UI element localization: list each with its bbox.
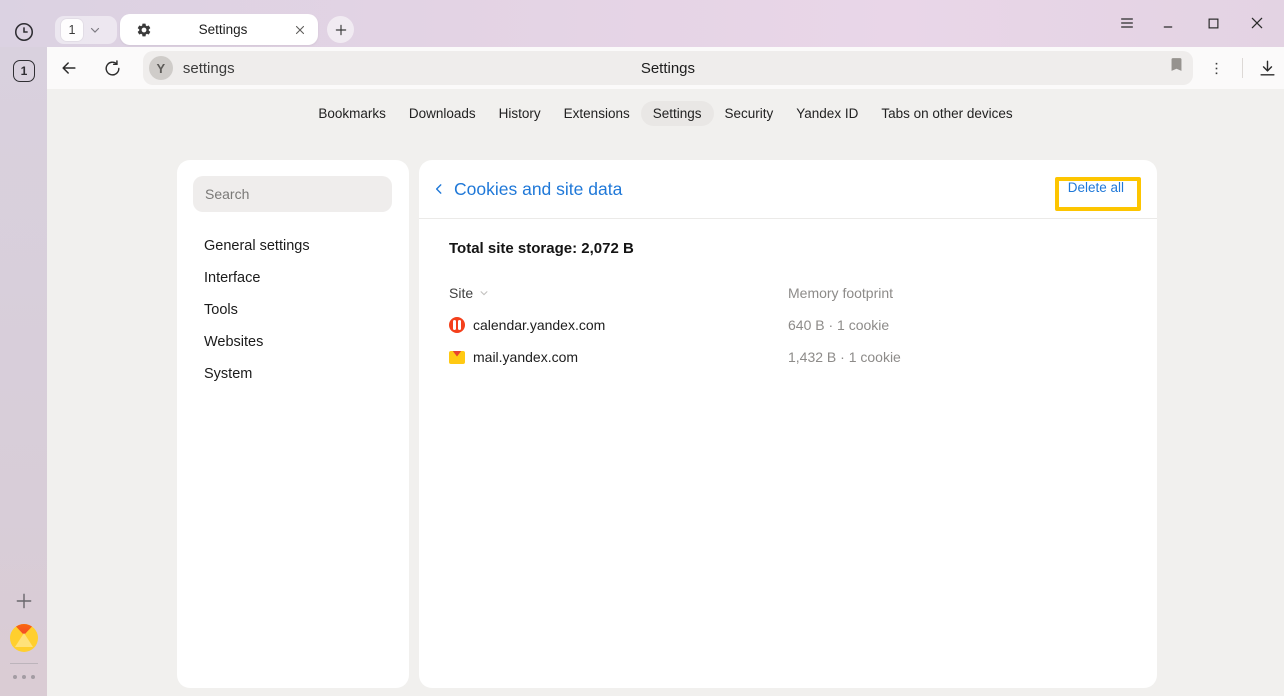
browser-toolbar: Y settings Settings [47,47,1284,89]
tab-close-icon[interactable] [294,24,306,36]
url-text: settings [183,60,235,77]
site-name: calendar.yandex.com [473,317,605,333]
content-header: Cookies and site data Delete all [419,160,1157,219]
plus-icon [334,23,348,37]
download-icon[interactable] [1252,52,1284,84]
cookies-content-panel: Cookies and site data Delete all Total s… [419,160,1157,688]
yandex-mail-app-icon[interactable] [10,624,38,652]
settings-nav: Bookmarks Downloads History Extensions S… [47,106,1284,121]
window-controls [1002,8,1272,38]
history-clock-icon[interactable] [13,21,35,43]
close-icon[interactable] [1242,8,1272,38]
sort-chevron-icon[interactable] [479,288,489,298]
menu-icon[interactable] [1112,8,1142,38]
sidebar-item-general-settings[interactable]: General settings [177,230,409,262]
maximize-icon[interactable] [1198,8,1228,38]
column-memory-label: Memory footprint [788,285,893,301]
sidebar-item-system[interactable]: System [177,358,409,390]
sites-table-header: Site Memory footprint [449,285,1127,301]
yandex-calendar-icon [449,317,465,333]
chevron-down-icon [89,24,101,36]
back-chevron-icon[interactable] [432,182,446,196]
gear-icon [136,22,152,38]
total-storage-label: Total site storage: [449,240,577,257]
address-bar-page-title: Settings [143,60,1193,77]
address-bar[interactable]: Y settings Settings [143,51,1193,85]
site-row-mail[interactable]: mail.yandex.com 1,432 B · 1 cookie [449,341,1127,373]
site-row-calendar[interactable]: calendar.yandex.com 640 B · 1 cookie [449,309,1127,341]
site-memory: 1,432 B · 1 cookie [788,349,901,365]
site-memory: 640 B · 1 cookie [788,317,889,333]
settings-page: Bookmarks Downloads History Extensions S… [47,89,1284,696]
sidebar-item-websites[interactable]: Websites [177,326,409,358]
nav-item-security[interactable]: Security [725,106,774,121]
rail-more-icon[interactable] [13,675,35,679]
yandex-mail-icon [449,351,465,364]
bookmark-icon[interactable] [1168,56,1185,73]
back-icon[interactable] [53,52,85,84]
reload-icon[interactable] [97,52,129,84]
kebab-menu-icon[interactable] [1201,52,1233,84]
tab-group-count: 1 [61,19,83,41]
settings-sidebar: General settings Interface Tools Website… [177,160,409,688]
nav-item-extensions[interactable]: Extensions [564,106,630,121]
delete-all-button[interactable]: Delete all [1068,180,1124,195]
new-tab-button[interactable] [327,16,354,43]
sidebar-item-interface[interactable]: Interface [177,262,409,294]
site-name: mail.yandex.com [473,349,578,365]
rail-divider [10,663,38,664]
nav-item-yandex-id[interactable]: Yandex ID [796,106,858,121]
nav-item-history[interactable]: History [499,106,541,121]
total-storage-value: 2,072 B [581,240,634,257]
browser-tab-settings[interactable]: Settings [120,14,318,45]
nav-item-downloads[interactable]: Downloads [409,106,476,121]
nav-item-tabs-other-devices[interactable]: Tabs on other devices [881,106,1012,121]
minimize-icon[interactable] [1154,8,1184,38]
nav-item-bookmarks[interactable]: Bookmarks [318,106,386,121]
sidebar-item-tools[interactable]: Tools [177,294,409,326]
site-badge-icon: Y [149,56,173,80]
tab-group-selector[interactable]: 1 [55,16,117,44]
nav-item-settings[interactable]: Settings [641,101,714,126]
rail-add-icon[interactable] [14,591,34,611]
page-title[interactable]: Cookies and site data [454,179,622,200]
toolbar-separator [1242,58,1243,78]
window-top-bar: 1 Settings [0,0,1284,47]
search-input[interactable] [193,176,392,212]
column-site-label[interactable]: Site [449,285,473,301]
total-storage-line: Total site storage: 2,072 B [449,240,634,257]
rail-tab-counter-button[interactable]: 1 [13,60,35,82]
tab-title: Settings [152,22,294,37]
